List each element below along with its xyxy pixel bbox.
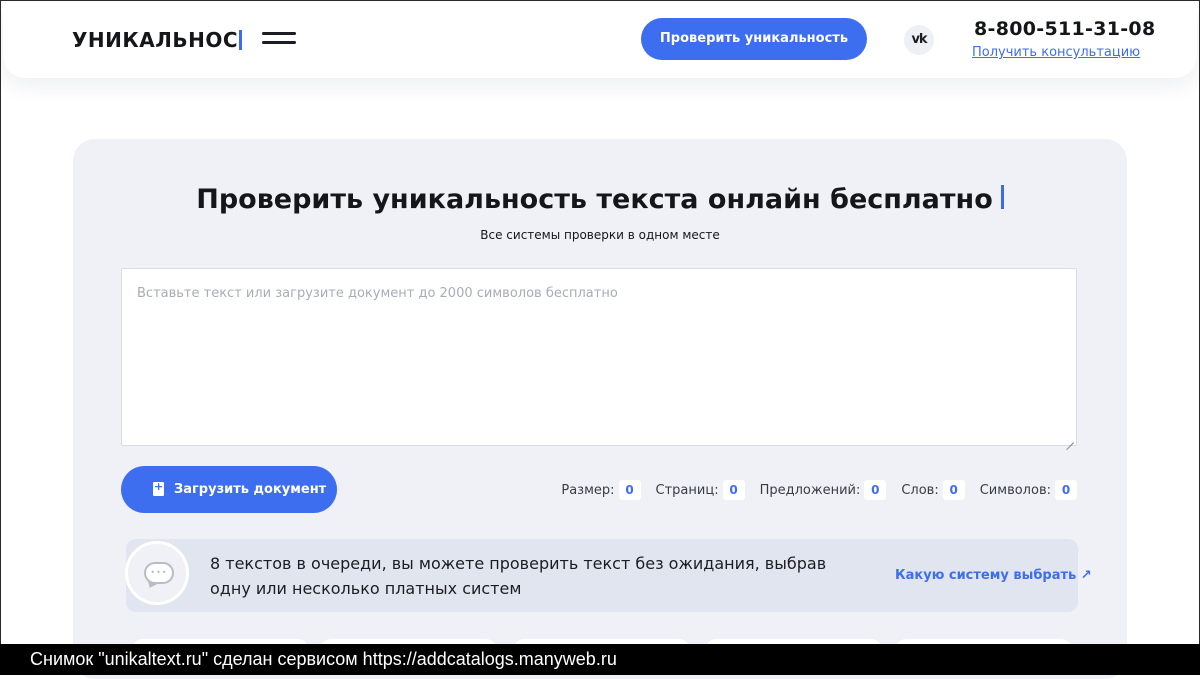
chat-bubble-icon: [125, 541, 189, 605]
stat-words: Слов: 0: [901, 480, 965, 500]
document-upload-icon: [153, 480, 164, 496]
vk-icon[interactable]: vk: [904, 25, 934, 55]
stat-value: 0: [864, 480, 887, 500]
consultation-link[interactable]: Получить консультацию: [972, 45, 1140, 60]
text-input-placeholder: Вставьте текст или загрузите документ до…: [137, 286, 618, 301]
page-title-text: Проверить уникальность текста онлайн бес…: [196, 184, 993, 215]
upload-document-label: Загрузить документ: [174, 482, 327, 497]
stat-label: Страниц:: [655, 482, 719, 498]
stat-label: Символов:: [979, 482, 1051, 498]
queue-notice: 8 текстов в очереди, вы можете проверить…: [125, 539, 1092, 612]
text-input-area[interactable]: Вставьте текст или загрузите документ до…: [121, 268, 1077, 446]
queue-notice-text: 8 текстов в очереди, вы можете проверить…: [210, 554, 827, 598]
stat-pages: Страниц: 0: [656, 480, 745, 500]
check-uniqueness-button[interactable]: Проверить уникальность: [641, 18, 867, 60]
text-stats: Размер: 0 Страниц: 0 Предложений: 0 Слов…: [546, 480, 1077, 500]
stat-size: Размер: 0: [561, 480, 641, 500]
logo-cursor: [239, 30, 242, 50]
screenshot-caption: Снимок "unikaltext.ru" сделан сервисом h…: [0, 644, 1200, 675]
upload-document-button[interactable]: Загрузить документ: [121, 466, 337, 513]
resize-handle-icon[interactable]: [1066, 435, 1074, 443]
hamburger-menu-icon[interactable]: [262, 32, 296, 46]
stat-sentences: Предложений: 0: [760, 480, 887, 500]
stat-value: 0: [1055, 480, 1077, 500]
logo-text: УНИКАЛЬНОС: [72, 28, 238, 52]
title-cursor: [1000, 185, 1004, 209]
stat-label: Слов:: [901, 482, 939, 498]
page-title: Проверить уникальность текста онлайн бес…: [0, 184, 1200, 215]
stat-value: 0: [618, 480, 641, 500]
stat-label: Размер:: [561, 482, 615, 498]
site-logo[interactable]: УНИКАЛЬНОС: [72, 28, 242, 52]
which-system-link[interactable]: Какую систему выбрать ↗: [895, 568, 1092, 583]
stat-value: 0: [722, 480, 745, 500]
stat-value: 0: [942, 480, 965, 500]
phone-number[interactable]: 8-800-511-31-08: [974, 18, 1155, 40]
page-subtitle: Все системы проверки в одном месте: [480, 228, 720, 242]
stat-label: Предложений:: [759, 482, 861, 498]
stat-characters: Символов: 0: [980, 480, 1077, 500]
